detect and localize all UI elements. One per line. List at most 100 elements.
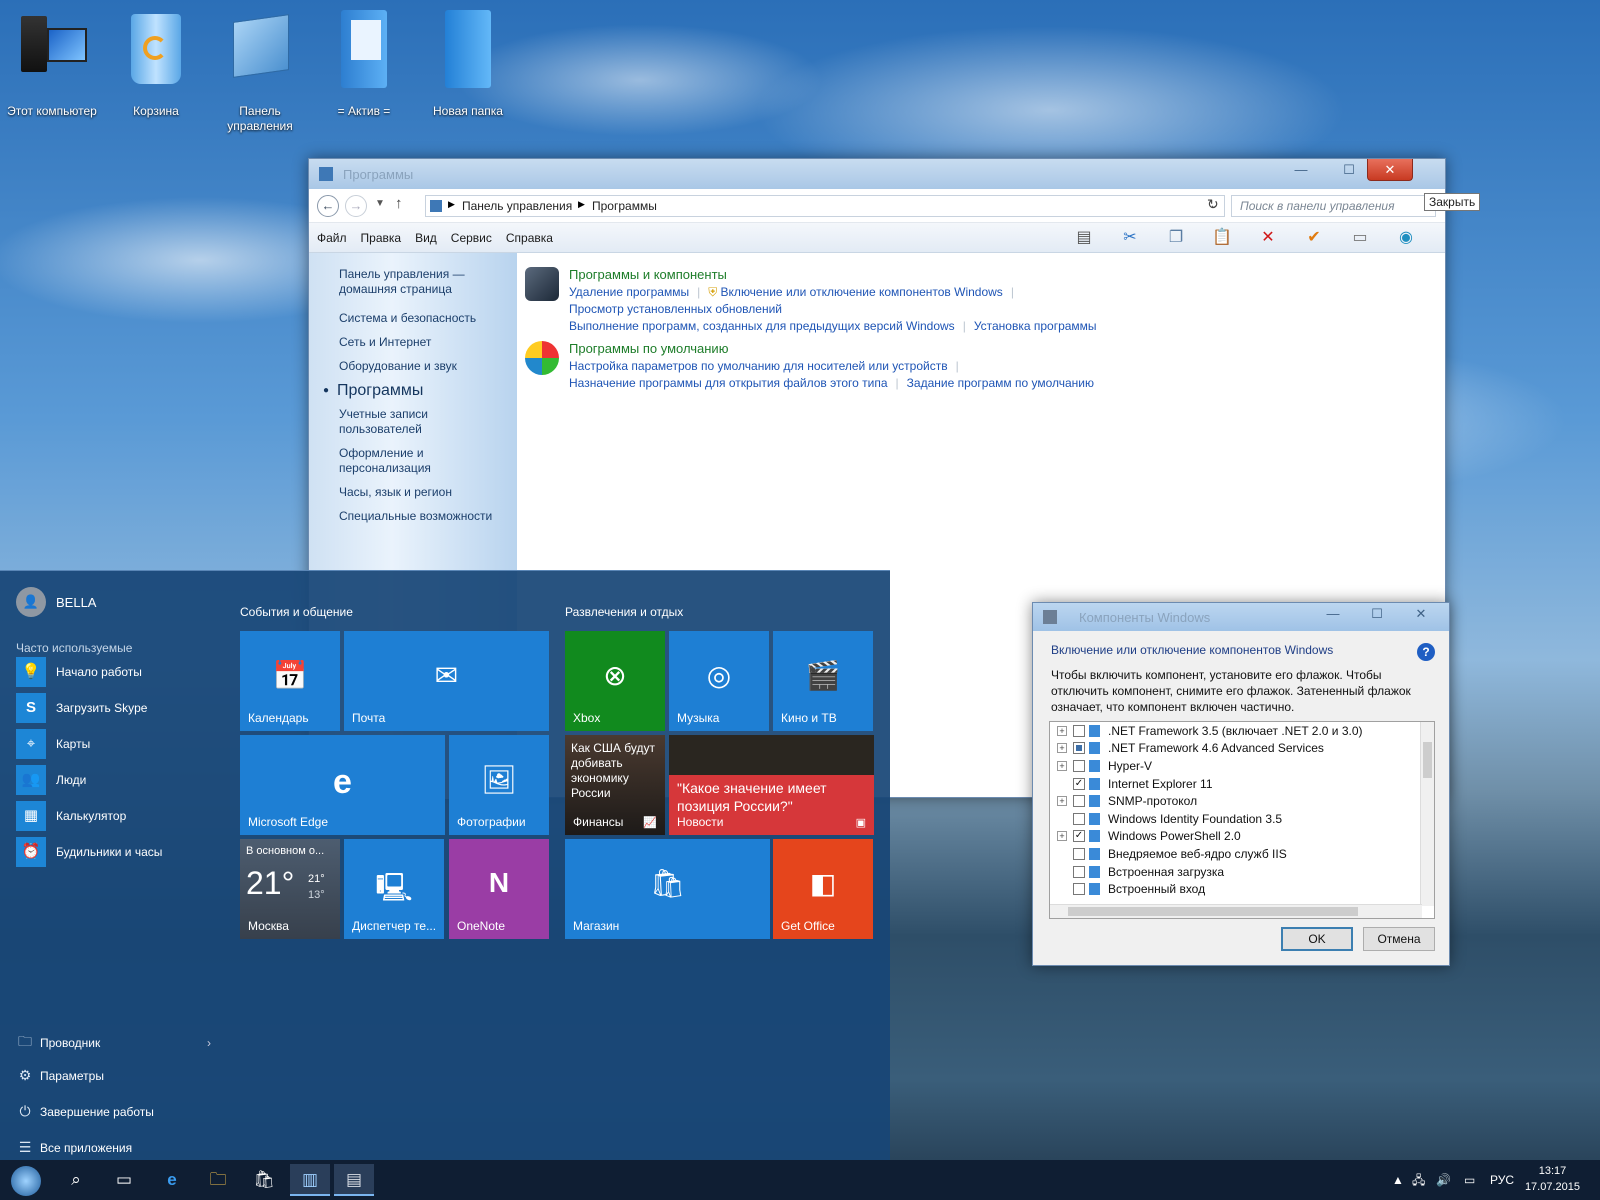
menu-file[interactable]: Файл (317, 231, 347, 245)
desktop-icon-recycle-bin[interactable]: Корзина (106, 6, 206, 119)
chevron-down-icon[interactable]: ▼ (375, 198, 385, 209)
tile-photos[interactable]: 🖼 Фотографии (449, 735, 549, 835)
tile-calendar[interactable]: 📅 Календарь (240, 631, 340, 731)
link-compat[interactable]: Выполнение программ, созданных для преды… (569, 319, 955, 333)
app-skype[interactable]: S Загрузить Skype (16, 693, 147, 723)
panes-icon[interactable]: ▤ (1073, 227, 1095, 249)
link-uninstall[interactable]: Удаление программы (569, 285, 689, 299)
notifications-icon[interactable]: ▭ (1464, 1160, 1475, 1200)
app-maps[interactable]: ⌖ Карты (16, 729, 90, 759)
feature-checkbox[interactable] (1073, 865, 1085, 878)
feature-checkbox[interactable] (1073, 812, 1085, 825)
feature-checkbox[interactable] (1073, 883, 1085, 896)
sidebar-item-hardware[interactable]: Оборудование и звук (339, 359, 517, 374)
sidebar-item-accessibility[interactable]: Специальные возможности (339, 509, 517, 524)
feature-checkbox[interactable] (1073, 724, 1085, 737)
expand-icon[interactable]: + (1057, 760, 1067, 771)
scroll-thumb[interactable] (1068, 907, 1358, 916)
feature-checkbox[interactable]: ✓ (1073, 830, 1085, 843)
link-set-defaults[interactable]: Задание программ по умолчанию (907, 376, 1094, 390)
taskbar-store[interactable]: 🛍 (244, 1164, 284, 1196)
sidebar-item-security[interactable]: Система и безопасность (339, 311, 517, 326)
menu-view[interactable]: Вид (415, 231, 437, 245)
link-windows-features[interactable]: Включение или отключение компонентов Win… (721, 285, 1003, 299)
app-calculator[interactable]: ▦ Калькулятор (16, 801, 126, 831)
breadcrumb[interactable]: ▶ Панель управления ▶ Программы ⌄ (425, 195, 1225, 217)
sidebar-item-home[interactable]: Панель управления — домашняя страница (339, 267, 479, 297)
volume-icon[interactable]: 🔊 (1436, 1160, 1451, 1200)
feature-row[interactable]: + ✓ Windows PowerShell 2.0 (1050, 828, 1434, 846)
tile-edge[interactable]: e Microsoft Edge (240, 735, 445, 835)
group-title[interactable]: Программы по умолчанию (569, 341, 1094, 356)
tile-finance[interactable]: Как США будут добивать экономику России … (565, 735, 665, 835)
tile-office[interactable]: ◧ Get Office (773, 839, 873, 939)
app-alarms[interactable]: ⏰ Будильники и часы (16, 837, 162, 867)
desktop-icon-control-panel[interactable]: Панель управления (210, 6, 310, 134)
paste-icon[interactable]: 📋 (1211, 227, 1233, 249)
checkmark-icon[interactable]: ✔ (1303, 227, 1325, 249)
settings-button[interactable]: ⚙ Параметры (16, 1067, 104, 1084)
menu-edit[interactable]: Правка (361, 231, 402, 245)
power-button[interactable]: ⏻ Завершение работы (16, 1103, 153, 1120)
link-file-assoc[interactable]: Назначение программы для открытия файлов… (569, 376, 888, 390)
feature-row[interactable]: + SNMP-протокол (1050, 792, 1434, 810)
sidebar-item-network[interactable]: Сеть и Интернет (339, 335, 517, 350)
desktop-icon-new-folder[interactable]: Новая папка (418, 6, 518, 119)
maximize-button[interactable]: ☐ (1327, 159, 1371, 181)
taskbar-edge[interactable]: e (152, 1164, 192, 1196)
tile-xbox[interactable]: ⊗ Xbox (565, 631, 665, 731)
feature-row[interactable]: Встроенный вход (1050, 880, 1434, 898)
minimize-button[interactable]: — (1311, 603, 1355, 625)
desktop-icon-this-pc[interactable]: Этот компьютер (2, 6, 102, 119)
tile-music[interactable]: ◎ Музыка (669, 631, 769, 731)
cut-icon[interactable]: ✂ (1119, 227, 1141, 249)
app-get-started[interactable]: 💡 Начало работы (16, 657, 142, 687)
tile-onenote[interactable]: N OneNote (449, 839, 549, 939)
copy-icon[interactable]: ❐ (1165, 227, 1187, 249)
tile-store[interactable]: 🛍 Магазин (565, 839, 770, 939)
app-people[interactable]: 👥 Люди (16, 765, 86, 795)
close-button[interactable]: ✕ (1367, 159, 1413, 181)
search-input[interactable]: Поиск в панели управления ⌕ (1231, 195, 1436, 217)
maximize-button[interactable]: ☐ (1355, 603, 1399, 625)
user-account[interactable]: 👤 BELLA (16, 587, 96, 617)
taskbar-features[interactable]: ▤ (334, 1164, 374, 1196)
expand-icon[interactable]: + (1057, 743, 1067, 754)
feature-row[interactable]: + .NET Framework 3.5 (включает .NET 2.0 и… (1050, 722, 1434, 740)
tray-overflow-icon[interactable]: ▲ (1392, 1160, 1404, 1200)
expand-icon[interactable]: + (1057, 796, 1067, 807)
tile-movies[interactable]: 🎬 Кино и ТВ (773, 631, 873, 731)
sidebar-item-region[interactable]: Часы, язык и регион (339, 485, 517, 500)
feature-row[interactable]: ✓ Internet Explorer 11 (1050, 775, 1434, 793)
menu-help[interactable]: Справка (506, 231, 553, 245)
clock[interactable]: 13:17 17.07.2015 (1525, 1163, 1580, 1195)
breadcrumb-item[interactable]: Панель управления (462, 199, 572, 213)
sidebar-item-accounts[interactable]: Учетные записи пользователей (339, 407, 449, 437)
feature-checkbox[interactable] (1073, 847, 1085, 860)
refresh-icon[interactable]: ↻ (1207, 196, 1219, 213)
close-button[interactable]: ✕ (1399, 603, 1443, 625)
dialog-titlebar[interactable]: Компоненты Windows — ☐ ✕ (1033, 603, 1449, 631)
link-install[interactable]: Установка программы (974, 319, 1097, 333)
feature-row[interactable]: + Hyper-V (1050, 757, 1434, 775)
breadcrumb-item[interactable]: Программы (592, 199, 657, 213)
minimize-button[interactable]: — (1279, 159, 1323, 181)
link-updates[interactable]: Просмотр установленных обновлений (569, 302, 782, 316)
feature-row[interactable]: Встроенная загрузка (1050, 863, 1434, 881)
explorer-button[interactable]: 🗀 Проводник › (16, 1031, 211, 1055)
globe-icon[interactable]: ◉ (1395, 227, 1417, 249)
tile-news[interactable]: "Какое значение имеет позиция России?" Н… (669, 735, 874, 835)
up-arrow-icon[interactable]: ↑ (395, 195, 403, 212)
feature-row[interactable]: Внедряемое веб-ядро служб IIS (1050, 845, 1434, 863)
menu-tools[interactable]: Сервис (451, 231, 492, 245)
feature-checkbox[interactable] (1073, 759, 1085, 772)
feature-row[interactable]: Windows Identity Foundation 3.5 (1050, 810, 1434, 828)
feature-checkbox[interactable] (1073, 742, 1085, 755)
start-button[interactable] (6, 1164, 46, 1196)
tile-device-manager[interactable]: 🖳 Диспетчер те... (344, 839, 444, 939)
back-arrow-icon[interactable]: ← (317, 195, 339, 217)
language-indicator[interactable]: РУС (1490, 1160, 1514, 1200)
expand-icon[interactable]: + (1057, 725, 1067, 736)
link-autoplay[interactable]: Настройка параметров по умолчанию для но… (569, 359, 948, 373)
taskbar-explorer[interactable]: 🗀 (198, 1164, 238, 1196)
